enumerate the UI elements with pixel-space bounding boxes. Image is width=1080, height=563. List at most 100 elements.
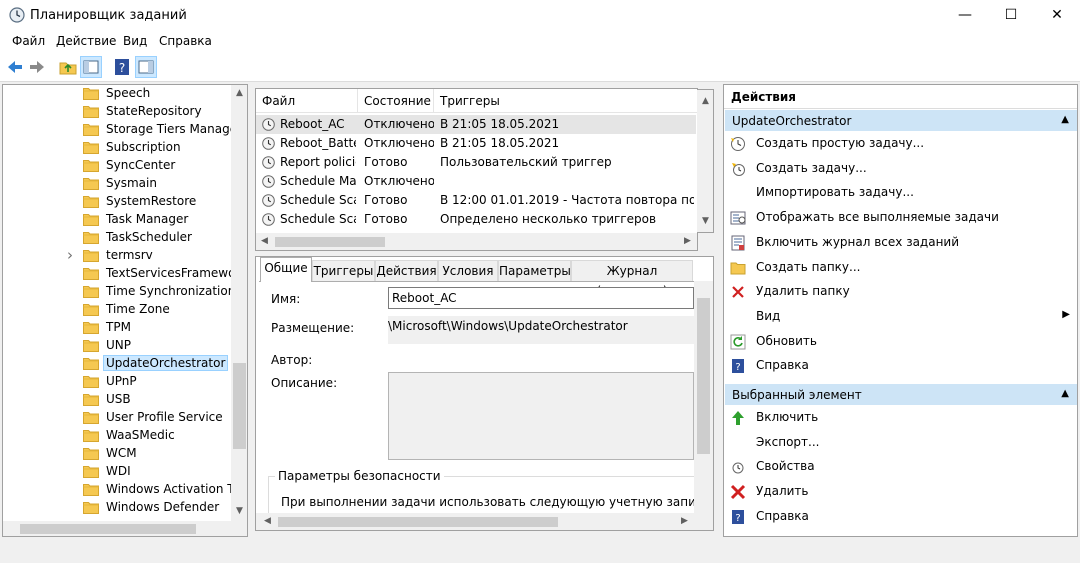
task-list-hscroll-thumb[interactable]	[275, 237, 385, 247]
action-item[interactable]: Обновить	[724, 331, 1076, 353]
action-item[interactable]: Отображать все выполняемые задачи	[724, 207, 1076, 229]
scroll-right-arrow-icon[interactable]: ▶	[679, 236, 696, 246]
scroll-up-arrow-icon[interactable]: ▲	[231, 88, 247, 98]
tree-item[interactable]: Subscription	[3, 139, 233, 157]
menu-file[interactable]: Файл	[12, 34, 45, 48]
details-scroll-thumb[interactable]	[697, 298, 710, 454]
action-item-label: Экспорт...	[756, 434, 820, 449]
tab-history[interactable]: Журнал (отключен)	[571, 260, 693, 298]
tab-general[interactable]: Общие	[260, 257, 312, 282]
details-horizontal-scrollbar[interactable]: ◀ ▶	[256, 513, 713, 530]
action-item[interactable]: Создать простую задачу...	[724, 133, 1076, 155]
action-item[interactable]: Включить	[724, 407, 1076, 429]
tree-item[interactable]: Windows Activation Technologies	[3, 481, 233, 499]
task-list-horizontal-scrollbar[interactable]: ◀ ▶	[256, 233, 697, 250]
action-item[interactable]: ? Справка	[724, 506, 1076, 528]
tree-item[interactable]: USB	[3, 391, 233, 409]
column-header-triggers[interactable]: Триггеры	[434, 89, 696, 113]
collapse-arrow-icon[interactable]: ▲	[1061, 388, 1069, 399]
column-header-state[interactable]: Состояние	[358, 89, 434, 113]
scroll-right-arrow-icon[interactable]: ▶	[676, 516, 693, 526]
menu-help[interactable]: Справка	[159, 34, 212, 48]
task-details-panel: Общие Триггеры Действия Условия Параметр…	[255, 256, 714, 531]
tree-item[interactable]: SystemRestore	[3, 193, 233, 211]
tree-item[interactable]: StateRepository	[3, 103, 233, 121]
scroll-left-arrow-icon[interactable]: ◀	[256, 236, 273, 246]
action-item[interactable]: Создать задачу...	[724, 158, 1076, 180]
section-folder-title: UpdateOrchestrator	[732, 114, 852, 128]
help-icon[interactable]: ?	[112, 57, 132, 77]
details-vertical-scrollbar[interactable]	[694, 281, 713, 514]
tab-actions[interactable]: Действия	[375, 260, 438, 281]
collapse-arrow-icon[interactable]: ▲	[1061, 114, 1069, 125]
up-folder-icon[interactable]	[58, 57, 78, 77]
action-item[interactable]: ? Справка	[724, 355, 1076, 377]
tree-item[interactable]: TaskScheduler	[3, 229, 233, 247]
action-item[interactable]: Вид ▶	[724, 306, 1076, 328]
tree-item[interactable]: TPM	[3, 319, 233, 337]
tree-item[interactable]: WaaSMedic	[3, 427, 233, 445]
menu-view[interactable]: Вид	[123, 34, 147, 48]
author-label: Автор:	[271, 353, 313, 367]
tree-item[interactable]: Storage Tiers Management	[3, 121, 233, 139]
task-row[interactable]: Reboot_AC Отключено В 21:05 18.05.2021	[256, 115, 696, 134]
task-row[interactable]: Schedule Maintenance Work Отключено	[256, 172, 696, 191]
tree-vertical-scrollbar[interactable]: ▲ ▼	[231, 85, 247, 521]
show-hide-tree-icon[interactable]	[80, 56, 102, 78]
tree-hscroll-thumb[interactable]	[20, 524, 196, 534]
details-hscroll-thumb[interactable]	[278, 517, 558, 527]
scroll-left-arrow-icon[interactable]: ◀	[259, 516, 276, 526]
action-item[interactable]: Свойства	[724, 456, 1076, 478]
tree-item[interactable]: Task Manager	[3, 211, 233, 229]
task-row[interactable]: Report policies Готово Пользовательский тр…	[256, 153, 696, 172]
tree-item[interactable]: Speech	[3, 85, 233, 103]
action-item[interactable]: Создать папку...	[724, 257, 1076, 279]
tree-item[interactable]: Windows Defender	[3, 499, 233, 517]
tree-item[interactable]: UpdateOrchestrator	[3, 355, 233, 373]
back-arrow-icon[interactable]	[5, 57, 25, 77]
tree-item[interactable]: UNP	[3, 337, 233, 355]
tree-item[interactable]: TextServicesFramework	[3, 265, 233, 283]
task-row[interactable]: Schedule Scan Готово В 12:00 01.01.2019 - …	[256, 191, 696, 210]
show-hide-action-pane-icon[interactable]	[135, 56, 157, 78]
expand-chevron-icon[interactable]: ›	[67, 247, 73, 264]
tree-item[interactable]: Time Synchronization	[3, 283, 233, 301]
tree-scroll-thumb[interactable]	[233, 363, 246, 449]
tree-item-label: Subscription	[106, 140, 181, 154]
action-item[interactable]: Включить журнал всех заданий	[724, 232, 1076, 254]
menu-action[interactable]: Действие	[56, 34, 116, 48]
action-item[interactable]: Удалить папку	[724, 281, 1076, 303]
description-field[interactable]	[388, 372, 694, 460]
actions-section-folder[interactable]: UpdateOrchestrator ▲	[725, 109, 1077, 131]
tree-item[interactable]: User Profile Service	[3, 409, 233, 427]
minimize-button[interactable]: —	[942, 0, 988, 32]
action-item[interactable]: Удалить	[724, 481, 1076, 503]
action-item[interactable]: Экспорт...	[724, 432, 1076, 454]
tree-item[interactable]: WDI	[3, 463, 233, 481]
action-item[interactable]: Импортировать задачу...	[724, 182, 1076, 204]
task-row[interactable]: Schedule Scan Static Task Готово Определен…	[256, 210, 696, 229]
scroll-up-arrow-icon[interactable]: ▲	[697, 96, 714, 106]
tree-item[interactable]: › termsrv	[3, 247, 233, 265]
tree-item[interactable]: UPnP	[3, 373, 233, 391]
column-header-name[interactable]: Файл	[256, 89, 358, 113]
folder-icon	[83, 232, 99, 244]
forward-arrow-icon[interactable]	[27, 57, 47, 77]
tree-item[interactable]: Sysmain	[3, 175, 233, 193]
tree-item[interactable]: SyncCenter	[3, 157, 233, 175]
tree-item[interactable]: WCM	[3, 445, 233, 463]
name-field[interactable]: Reboot_AC	[388, 287, 694, 309]
tab-triggers[interactable]: Триггеры	[312, 260, 375, 281]
scroll-down-arrow-icon[interactable]: ▼	[697, 216, 714, 226]
tab-conditions[interactable]: Условия	[438, 260, 498, 281]
tree-horizontal-scrollbar[interactable]	[3, 521, 247, 536]
actions-section-selected[interactable]: Выбранный элемент ▲	[725, 383, 1077, 405]
maximize-button[interactable]: ☐	[988, 0, 1034, 32]
tree-item[interactable]: Time Zone	[3, 301, 233, 319]
scroll-down-arrow-icon[interactable]: ▼	[231, 506, 247, 516]
tab-settings[interactable]: Параметры	[498, 260, 571, 281]
task-list-vertical-scrollbar[interactable]: ▲ ▼	[697, 89, 714, 233]
task-row[interactable]: Reboot_Battery Отключено В 21:05 18.05.202…	[256, 134, 696, 153]
folder-tree-panel[interactable]: Speech StateRepository Storage Tiers Manag…	[2, 84, 248, 537]
close-button[interactable]: ✕	[1034, 0, 1080, 32]
